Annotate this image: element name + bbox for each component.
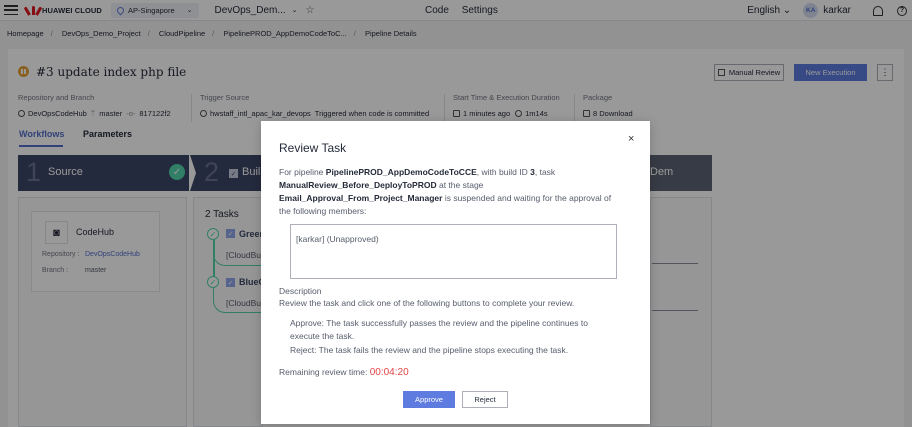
- task-name: ManualReview_Before_DeployToPROD: [279, 180, 437, 190]
- members-box: [karkar] (Unapproved): [290, 224, 617, 279]
- reject-button[interactable]: Reject: [462, 391, 508, 408]
- stage-name: Email_Approval_From_Project_Manager: [279, 193, 443, 203]
- approve-description: Approve: The task successfully passes th…: [290, 318, 588, 341]
- dialog-intro: For pipeline PipelinePROD_AppDemoCodeToC…: [279, 166, 624, 218]
- intro-text: , task: [534, 167, 556, 177]
- intro-text: at the stage: [436, 180, 484, 190]
- intro-text: For pipeline: [279, 167, 326, 177]
- description-heading: Description: [279, 286, 322, 296]
- remaining-label: Remaining review time:: [279, 367, 370, 377]
- action-descriptions: Approve: The task successfully passes th…: [290, 317, 610, 359]
- approve-button[interactable]: Approve: [403, 391, 455, 408]
- reject-description: Reject: The task fails the review and th…: [290, 345, 569, 355]
- pipeline-name: PipelinePROD_AppDemoCodeToCCE: [325, 167, 477, 177]
- description-text: Review the task and click one of the fol…: [279, 298, 575, 308]
- member-status: [karkar] (Unapproved): [296, 234, 379, 244]
- intro-text: , with build ID: [476, 167, 531, 177]
- dialog-title: Review Task: [279, 141, 347, 155]
- close-icon[interactable]: ×: [628, 133, 634, 145]
- remaining-time: Remaining review time: 00:04:20: [279, 367, 409, 378]
- remaining-value: 00:04:20: [369, 367, 409, 378]
- review-task-dialog: Review Task × For pipeline PipelinePROD_…: [261, 121, 650, 424]
